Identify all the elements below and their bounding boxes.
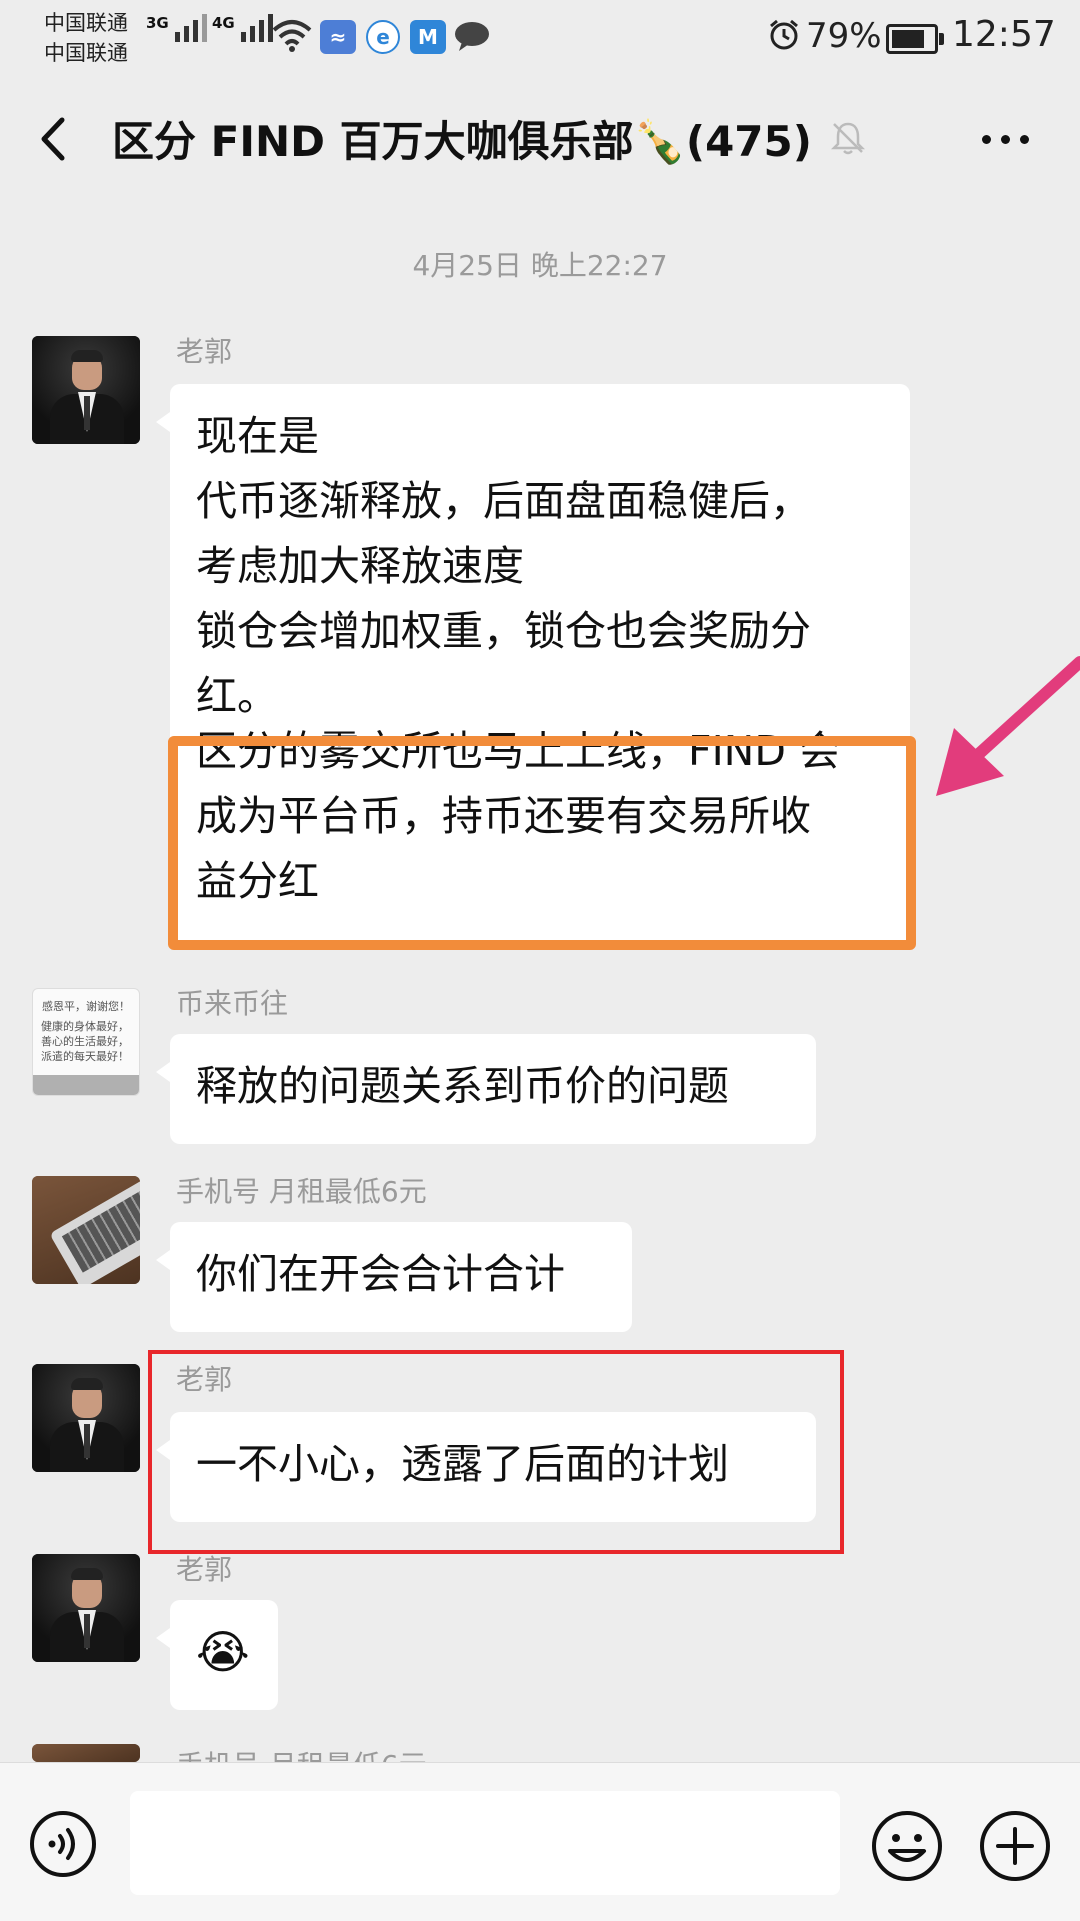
pink-arrow-annotation [936,656,1080,796]
sender-name: 老郭 [176,335,233,368]
sender-name: 手机号 月租最低6元 [176,1744,427,1762]
message-input[interactable] [130,1791,840,1895]
emoji-icon[interactable] [870,1809,944,1883]
add-icon[interactable] [978,1809,1052,1883]
browser-notification-icon: e [366,20,400,54]
carrier-labels: 中国联通 中国联通 [44,8,128,68]
avatar[interactable] [32,1744,140,1762]
carrier-2: 中国联通 [44,41,128,65]
signal-icon-1: 3G [146,14,207,42]
avatar[interactable]: 感恩平，谢谢您！ 健康的身体最好， 善心的生活最好， 派遣的每天最好！ [32,988,140,1096]
mail-notification-icon: M [410,20,446,54]
more-options-button[interactable] [970,114,1040,164]
chat-message: 手机号 月租最低6元 [0,1744,1080,1762]
mute-bell-icon [830,122,866,155]
avatar-text-line: 感恩平，谢谢您！ [42,1000,130,1013]
message-text-line: 考虑加大释放速度 [196,542,524,590]
message-text-line: 锁仓会增加权重，锁仓也会奖励分 [196,607,811,655]
avatar-text-line: 健康的身体最好， [41,1020,129,1033]
signal-icon-2: 4G [212,14,273,42]
network-type-1: 3G [146,14,169,32]
battery-icon [886,24,944,54]
sender-name: 老郭 [176,1553,233,1586]
avatar[interactable] [32,1364,140,1472]
avatar[interactable] [32,1554,140,1662]
status-bar: 中国联通 中国联通 3G 4G ≈ e M 79% 12:57 [0,0,1080,80]
input-bar [0,1762,1080,1921]
wifi-icon [272,20,312,52]
message-text-line: 现在是 [196,412,319,460]
message-text: 你们在开会合计合计 [196,1250,565,1298]
message-text: 释放的问题关系到币价的问题 [196,1062,729,1110]
chat-title: 区分 FIND 百万大咖俱乐部🍾(475) [112,117,812,166]
red-highlight-box [148,1350,844,1554]
clock: 12:57 [952,14,1056,55]
avatar[interactable] [32,1176,140,1284]
message-bubble[interactable]: 释放的问题关系到币价的问题 [156,1034,816,1144]
network-type-2: 4G [212,14,235,32]
message-timestamp: 4月25日 晚上22:27 [412,249,668,282]
alarm-icon [770,19,798,50]
chat-notification-icon [455,22,489,51]
carrier-1: 中国联通 [44,11,128,35]
sender-name: 手机号 月租最低6元 [176,1175,427,1208]
orange-highlight-box [168,736,916,950]
battery-fill [892,30,924,48]
avatar-text-line: 善心的生活最好， [41,1035,129,1048]
back-arrow-icon[interactable] [30,112,80,166]
sender-name: 币来币往 [176,987,289,1020]
voice-input-icon[interactable] [28,1809,98,1879]
battery-percent: 79% [806,16,882,56]
app-notification-icon: ≈ [320,20,356,54]
crying-emoji: 😭 [196,1625,250,1679]
message-text-line: 代币逐渐释放，后面盘面稳健后， [196,477,811,525]
avatar[interactable] [32,336,140,444]
avatar-text-line: 派遣的每天最好！ [41,1050,129,1063]
chat-header: 区分 FIND 百万大咖俱乐部🍾(475) [0,90,1080,186]
message-bubble[interactable]: 😭 [156,1600,278,1710]
message-bubble[interactable]: 你们在开会合计合计 [156,1222,632,1332]
